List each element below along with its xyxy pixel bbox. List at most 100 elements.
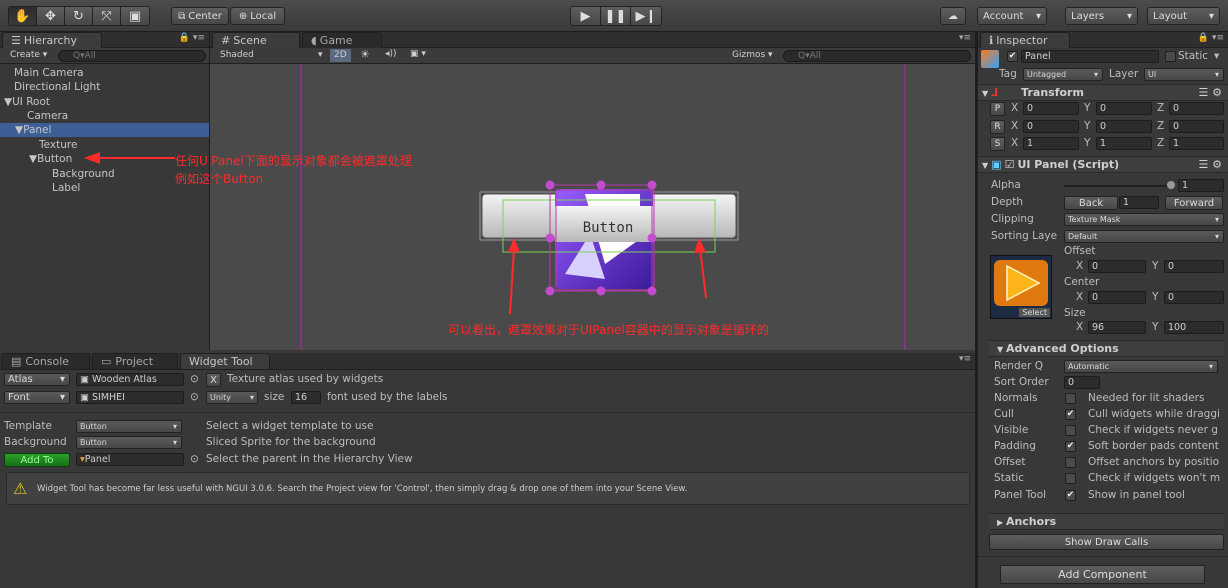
center-x-field[interactable]: 0 xyxy=(1088,291,1146,304)
cloud-button[interactable]: ☁ xyxy=(940,7,966,25)
font-size-field[interactable]: 16 xyxy=(291,391,321,404)
hierarchy-search-input[interactable]: Q▾All xyxy=(58,50,206,62)
template-dropdown[interactable]: Button ▾ xyxy=(76,420,182,433)
settings-gear-icon[interactable]: ☰ ⚙ xyxy=(1198,157,1222,173)
offset-y-field[interactable]: 0 xyxy=(1164,260,1224,273)
clip-texture-preview[interactable]: Select xyxy=(990,255,1052,319)
cull-checkbox[interactable]: ✔ xyxy=(1065,409,1076,420)
padding-checkbox[interactable]: ✔ xyxy=(1065,441,1076,452)
layout-dropdown[interactable]: Layout ▾ xyxy=(1147,7,1220,25)
play-icon[interactable]: ▶ xyxy=(571,7,601,25)
expand-arrow-icon[interactable]: ▼ xyxy=(29,153,37,165)
hierarchy-item-button[interactable]: ▼Button xyxy=(29,152,72,166)
visible-checkbox[interactable] xyxy=(1065,425,1076,436)
size-y-field[interactable]: 100 xyxy=(1164,321,1224,334)
tab-scene[interactable]: # Scene xyxy=(212,32,300,48)
font-field[interactable]: ▣ SIMHEI xyxy=(76,391,184,404)
tag-dropdown[interactable]: Untagged ▾ xyxy=(1023,68,1103,81)
hierarchy-item-main-camera[interactable]: Main Camera xyxy=(14,66,84,80)
pos-y-field[interactable]: 0 xyxy=(1096,102,1152,115)
alpha-field[interactable]: 1 xyxy=(1178,179,1224,192)
sorting-layer-dropdown[interactable]: Default ▾ xyxy=(1064,230,1224,243)
size-x-field[interactable]: 96 xyxy=(1088,321,1146,334)
center-y-field[interactable]: 0 xyxy=(1164,291,1224,304)
object-name-field[interactable]: Panel xyxy=(1021,50,1159,63)
pause-icon[interactable]: ❚❚ xyxy=(601,7,631,25)
anchors-header[interactable]: ▶ Anchors xyxy=(989,513,1224,530)
forward-button[interactable]: Forward xyxy=(1165,196,1223,210)
scale-tool-icon[interactable]: ⤧ xyxy=(93,7,121,25)
account-dropdown[interactable]: Account ▾ xyxy=(977,7,1047,25)
rot-y-field[interactable]: 0 xyxy=(1096,120,1152,133)
static-checkbox[interactable] xyxy=(1165,51,1176,62)
atlas-dropdown[interactable]: Atlas ▾ xyxy=(4,373,70,386)
create-dropdown[interactable]: Create ▾ xyxy=(10,50,47,60)
background-dropdown[interactable]: Button ▾ xyxy=(76,436,182,449)
hierarchy-item-label[interactable]: Label xyxy=(52,181,80,195)
2d-toggle[interactable]: 2D xyxy=(330,49,351,62)
scale-x-field[interactable]: 1 xyxy=(1023,137,1079,150)
object-picker-icon[interactable]: ⊙ xyxy=(190,391,199,404)
offset-x-field[interactable]: 0 xyxy=(1088,260,1146,273)
panel-menu-icon[interactable]: 🔒 ▾≡ xyxy=(179,33,205,43)
show-draw-calls-button[interactable]: Show Draw Calls xyxy=(989,534,1224,550)
advanced-options-header[interactable]: ▼ Advanced Options xyxy=(989,340,1224,357)
static-option-checkbox[interactable] xyxy=(1065,473,1076,484)
hierarchy-item-texture[interactable]: Texture xyxy=(39,138,77,152)
pos-z-field[interactable]: 0 xyxy=(1169,102,1224,115)
panel-menu-icon[interactable]: 🔒 ▾≡ xyxy=(1198,33,1224,43)
shading-dropdown[interactable]: Shaded xyxy=(220,50,254,60)
panel-tool-checkbox[interactable]: ✔ xyxy=(1065,490,1076,501)
font-dropdown[interactable]: Font ▾ xyxy=(4,391,70,404)
light-icon[interactable]: ☀ xyxy=(360,48,370,61)
reset-rotation-button[interactable]: R xyxy=(990,120,1005,134)
scene-search-input[interactable]: Q▾All xyxy=(783,50,971,62)
depth-field[interactable]: 1 xyxy=(1119,196,1159,209)
settings-gear-icon[interactable]: ☰ ⚙ xyxy=(1198,85,1222,101)
panel-menu-icon[interactable]: ▾≡ xyxy=(959,33,971,43)
hand-tool-icon[interactable]: ✋ xyxy=(9,7,37,25)
rect-tool-icon[interactable]: ▣ xyxy=(121,7,149,25)
atlas-field[interactable]: ▣ Wooden Atlas xyxy=(76,373,184,386)
hierarchy-item-ui-root[interactable]: ▼UI Root xyxy=(4,95,50,109)
normals-checkbox[interactable] xyxy=(1065,393,1076,404)
tab-widget-tool[interactable]: Widget Tool xyxy=(180,353,270,369)
clipping-dropdown[interactable]: Texture Mask ▾ xyxy=(1064,213,1224,226)
tab-console[interactable]: ▤ Console xyxy=(2,353,90,369)
chevron-down-icon[interactable]: ▾ xyxy=(1214,50,1219,63)
enabled-checkbox[interactable]: ☑ xyxy=(1005,158,1015,171)
reset-scale-button[interactable]: S xyxy=(990,137,1005,151)
expand-arrow-icon[interactable]: ▼ xyxy=(4,96,12,108)
hierarchy-item-panel[interactable]: ▼Panel xyxy=(0,123,209,137)
alpha-slider[interactable] xyxy=(1064,185,1172,187)
expand-arrow-icon[interactable]: ▼ xyxy=(15,124,23,136)
hierarchy-item-camera[interactable]: Camera xyxy=(27,109,68,123)
uipanel-header[interactable]: ▼ ▣ ☑ UI Panel (Script) ☰ ⚙ xyxy=(978,156,1228,173)
layer-dropdown[interactable]: UI ▾ xyxy=(1144,68,1224,81)
offset-checkbox[interactable] xyxy=(1065,457,1076,468)
select-texture-button[interactable]: Select xyxy=(1019,308,1050,317)
active-checkbox[interactable]: ✔ xyxy=(1007,51,1018,62)
back-button[interactable]: Back xyxy=(1064,196,1118,210)
panel-menu-icon[interactable]: ▾≡ xyxy=(959,354,971,364)
scale-y-field[interactable]: 1 xyxy=(1096,137,1152,150)
rot-x-field[interactable]: 0 xyxy=(1023,120,1079,133)
add-component-button[interactable]: Add Component xyxy=(1000,565,1205,584)
object-picker-icon[interactable]: ⊙ xyxy=(190,453,199,466)
hierarchy-item-background[interactable]: Background xyxy=(52,167,115,181)
tab-inspector[interactable]: ℹ Inspector xyxy=(980,32,1070,48)
pos-x-field[interactable]: 0 xyxy=(1023,102,1079,115)
clear-atlas-button[interactable]: X xyxy=(206,373,221,387)
sort-order-field[interactable]: 0 xyxy=(1064,376,1100,389)
pivot-local-button[interactable]: ⊕ Local xyxy=(230,7,285,25)
hierarchy-item-directional-light[interactable]: Directional Light xyxy=(14,80,100,94)
scale-z-field[interactable]: 1 xyxy=(1169,137,1224,150)
rot-z-field[interactable]: 0 xyxy=(1169,120,1224,133)
tab-game[interactable]: ◖ Game xyxy=(302,32,382,48)
transform-header[interactable]: ▼ ⅃ Transform ☰ ⚙ xyxy=(978,84,1228,101)
object-picker-icon[interactable]: ⊙ xyxy=(190,373,199,386)
parent-field[interactable]: ▾Panel xyxy=(76,453,184,466)
gizmos-dropdown[interactable]: Gizmos ▾ xyxy=(732,50,773,60)
step-icon[interactable]: ▶❙ xyxy=(631,7,661,25)
tab-hierarchy[interactable]: ☰ Hierarchy xyxy=(2,32,102,48)
